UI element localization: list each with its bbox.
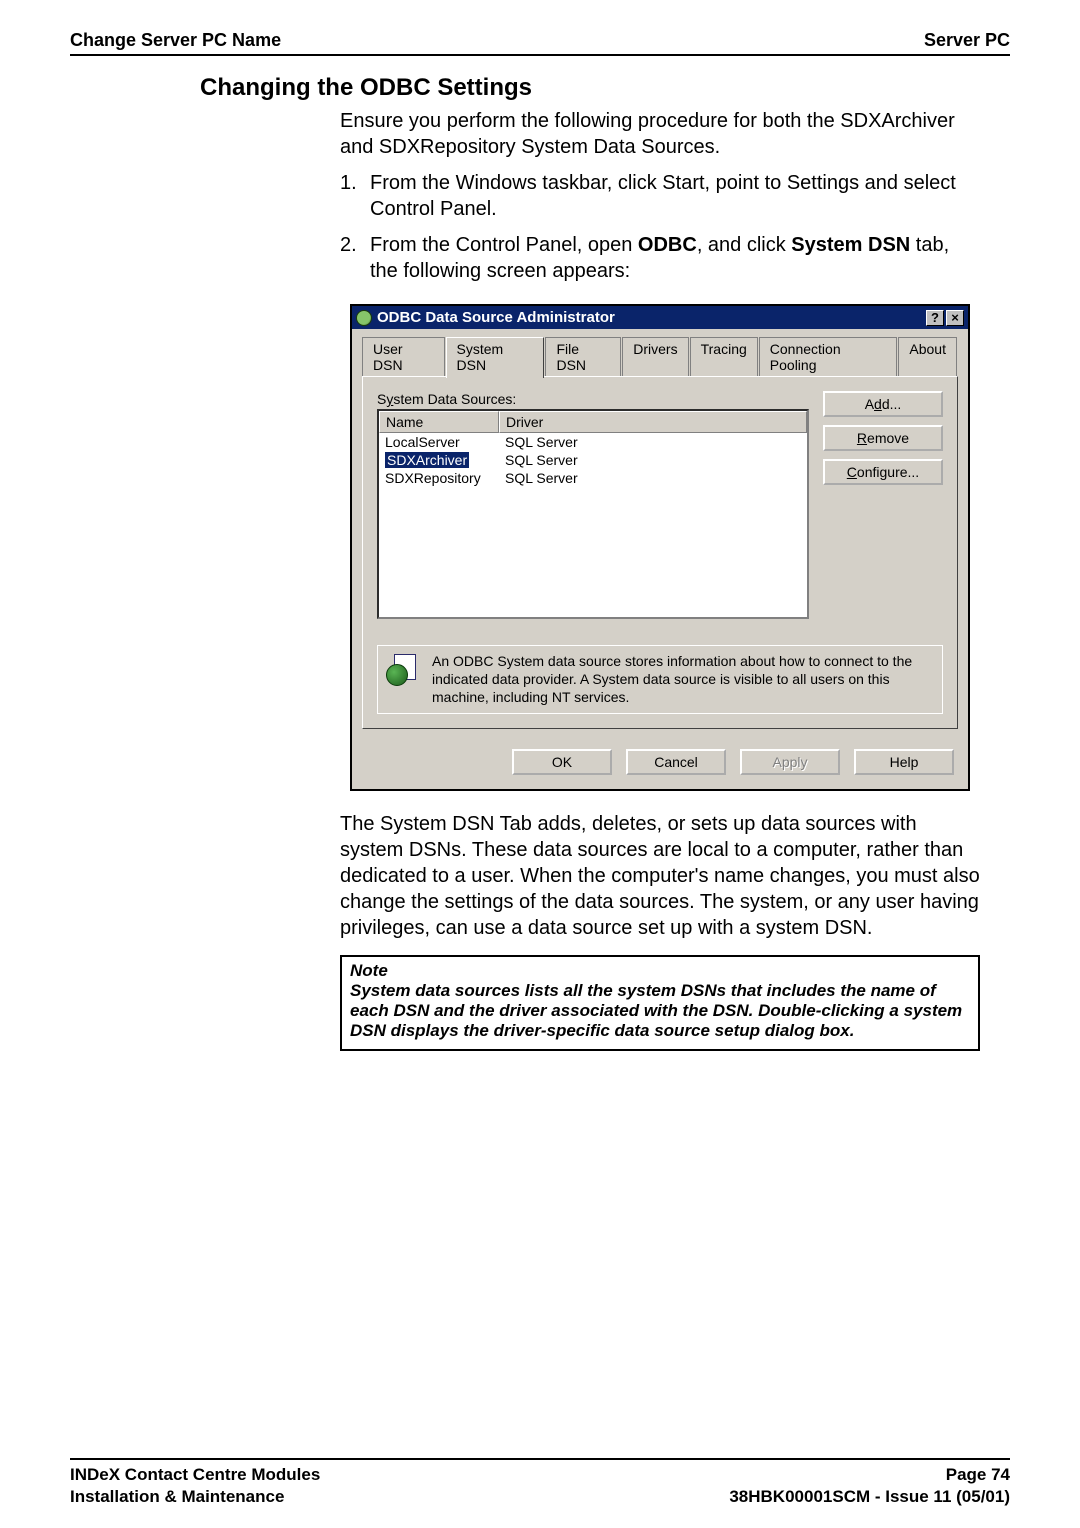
help-dialog-button[interactable]: Help [854,749,954,775]
info-text: An ODBC System data source stores inform… [432,652,934,707]
datasource-icon [386,652,420,686]
header-right: Server PC [924,30,1010,51]
help-button[interactable]: ? [926,310,944,326]
step-2-number: 2. [340,232,370,284]
list-item[interactable]: SDXArchiver SQL Server [379,451,807,469]
post-dialog-text: The System DSN Tab adds, deletes, or set… [340,811,980,941]
data-sources-list[interactable]: Name Driver LocalServer SQL Server SDXAr… [377,409,809,619]
tab-user-dsn[interactable]: User DSN [362,337,445,376]
step-1-text: From the Windows taskbar, click Start, p… [370,170,980,222]
tab-panel: System Data Sources: Name Driver LocalSe… [362,376,958,729]
add-button[interactable]: Add... [823,391,943,417]
list-item[interactable]: LocalServer SQL Server [379,433,807,451]
tab-tracing[interactable]: Tracing [690,337,758,376]
dialog-title: ODBC Data Source Administrator [377,309,924,326]
footer-left-2: Installation & Maintenance [70,1486,320,1508]
step-1: 1. From the Windows taskbar, click Start… [340,170,980,222]
odbc-admin-dialog: ODBC Data Source Administrator ? × User … [350,304,970,791]
list-item[interactable]: SDXRepository SQL Server [379,469,807,487]
header-left: Change Server PC Name [70,30,281,51]
intro-text: Ensure you perform the following procedu… [340,108,980,160]
remove-button[interactable]: Remove [823,425,943,451]
configure-button[interactable]: Configure... [823,459,943,485]
step-2: 2. From the Control Panel, open ODBC, an… [340,232,980,284]
note-box: Note System data sources lists all the s… [340,955,980,1051]
page-footer: INDeX Contact Centre Modules Installatio… [70,1458,1010,1508]
tab-connection-pooling[interactable]: Connection Pooling [759,337,898,376]
footer-page: Page 74 [729,1464,1010,1486]
section-title: Changing the ODBC Settings [200,74,1010,102]
ok-button[interactable]: OK [512,749,612,775]
footer-left-1: INDeX Contact Centre Modules [70,1464,320,1486]
tab-about[interactable]: About [898,337,957,376]
note-body: System data sources lists all the system… [350,981,970,1041]
tab-row: User DSN System DSN File DSN Drivers Tra… [352,329,968,376]
odbc-icon [356,310,372,326]
tab-file-dsn[interactable]: File DSN [545,337,621,376]
column-name[interactable]: Name [379,411,499,433]
info-panel: An ODBC System data source stores inform… [377,645,943,714]
system-data-sources-label: System Data Sources: [377,391,809,407]
tab-system-dsn[interactable]: System DSN [446,337,545,378]
cancel-button[interactable]: Cancel [626,749,726,775]
tab-drivers[interactable]: Drivers [622,337,688,376]
apply-button[interactable]: Apply [740,749,840,775]
step-1-number: 1. [340,170,370,222]
footer-doc-id: 38HBK00001SCM - Issue 11 (05/01) [729,1486,1010,1508]
close-button[interactable]: × [946,310,964,326]
step-2-text: From the Control Panel, open ODBC, and c… [370,232,980,284]
column-driver[interactable]: Driver [499,411,807,433]
title-bar[interactable]: ODBC Data Source Administrator ? × [352,306,968,329]
note-title: Note [350,961,970,981]
